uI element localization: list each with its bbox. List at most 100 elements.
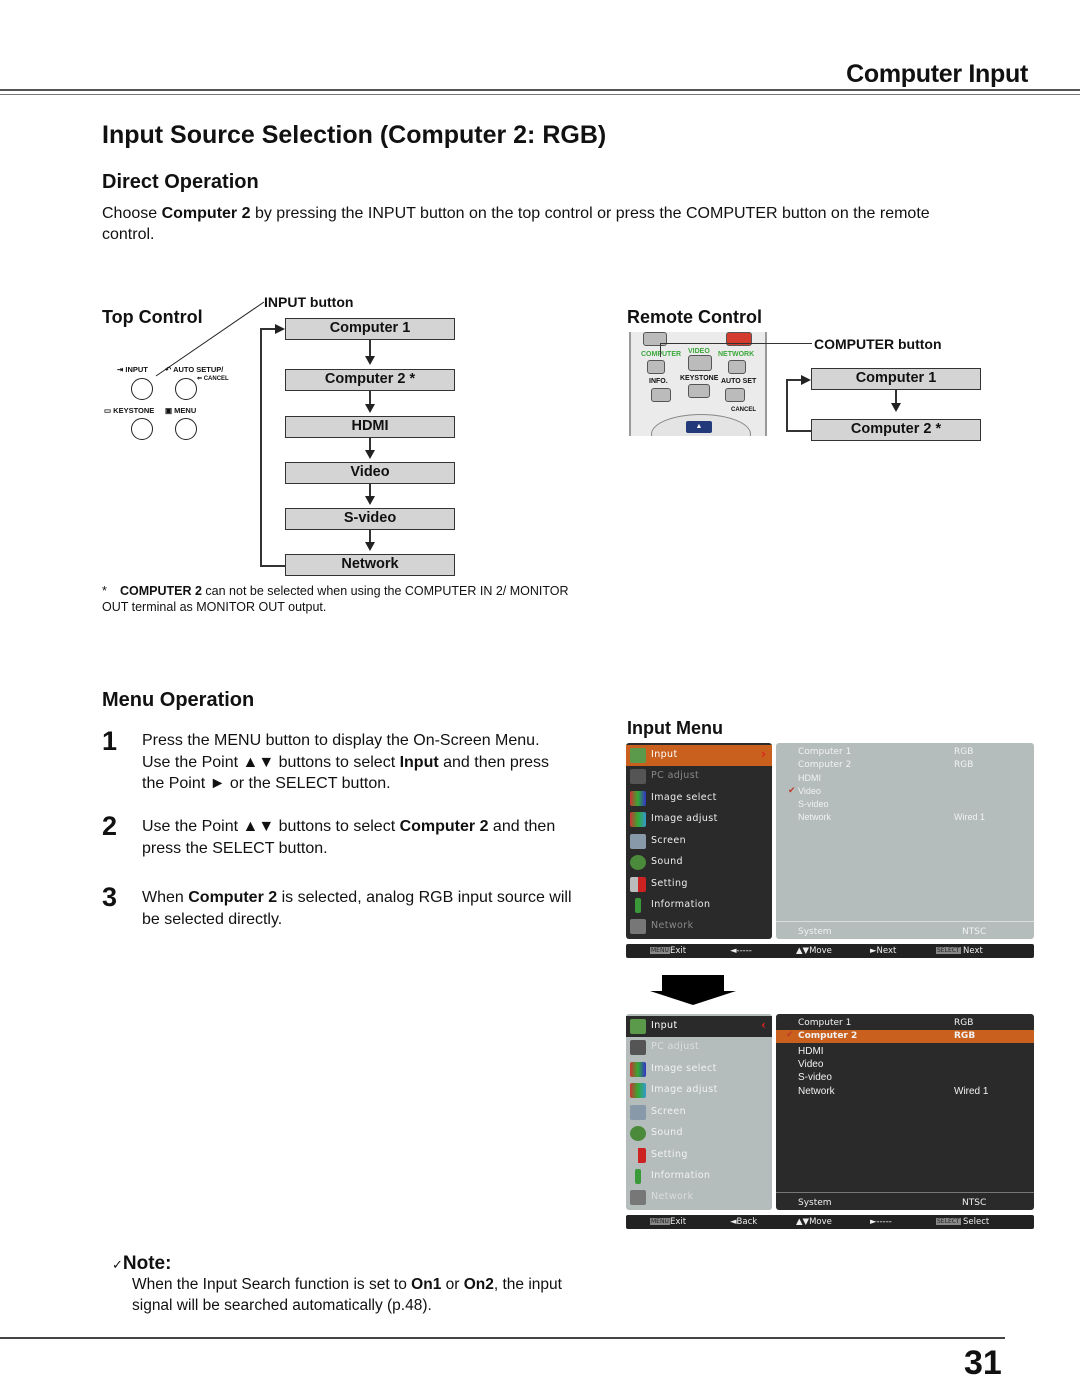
osd-help-bar: MENU Exit ◄----- ▲▼Move ►Next SELECT Nex… <box>626 944 1034 958</box>
flow-video: Video <box>285 462 455 484</box>
network-icon <box>630 1190 646 1205</box>
osd-item-sound[interactable]: Sound <box>626 852 772 873</box>
remote-label-video: VIDEO <box>688 348 710 355</box>
osd-item-screen[interactable]: Screen <box>626 1102 772 1123</box>
osd-row-s-video[interactable]: S-video <box>776 1071 1034 1084</box>
check-icon: ✔ <box>786 1030 794 1040</box>
osd-item-network[interactable]: Network <box>626 1187 772 1208</box>
osd-item-information[interactable]: Information <box>626 1166 772 1187</box>
input-menu-title: Input Menu <box>627 718 723 738</box>
osd-row-system: System NTSC <box>798 1198 987 1208</box>
callout-line <box>660 343 661 357</box>
select-key-icon: SELECT <box>936 947 961 954</box>
loop-line <box>260 328 262 566</box>
osd-row-computer-2[interactable]: Computer 2 RGB <box>776 759 1034 772</box>
osd-input-submenu: Computer 1 RGB ✔ Computer 2 RGB HDMI Video … <box>776 1014 1034 1210</box>
osd-row-hdmi[interactable]: HDMI <box>776 772 1034 785</box>
auto-setup-label: ↶ AUTO SETUP/ <box>165 365 224 374</box>
osd-item-pc-adjust[interactable]: PC adjust <box>626 766 772 787</box>
osd-menu-screen-1: Input › PC adjust Image select Image adju… <box>626 743 1034 959</box>
flow-computer-2: Computer 2 * <box>285 369 455 391</box>
footnote: * COMPUTER 2 can not be selected when usi… <box>102 584 569 614</box>
point-up-button[interactable]: ▲ <box>686 421 712 433</box>
auto-setup-hardware-button[interactable] <box>175 378 197 400</box>
footer-rule <box>0 1337 1005 1339</box>
flow-hdmi: HDMI <box>285 416 455 438</box>
keystone-button[interactable] <box>688 384 710 398</box>
osd-row-computer-2[interactable]: ✔ Computer 2 RGB <box>776 1030 1034 1043</box>
menu-hardware-button[interactable] <box>175 418 197 440</box>
input-icon <box>630 1019 646 1034</box>
video-button[interactable] <box>688 355 712 371</box>
osd-divider <box>776 921 1034 922</box>
osd-row-video[interactable]: ✔ Video <box>776 785 1034 798</box>
flow-connector <box>369 391 371 404</box>
loop-line <box>260 565 285 567</box>
osd-row-s-video[interactable]: S-video <box>776 798 1034 811</box>
osd-item-setting[interactable]: Setting <box>626 1145 772 1166</box>
computer-button[interactable] <box>647 360 665 374</box>
osd-row-computer-1[interactable]: Computer 1 RGB <box>776 746 1034 759</box>
osd-input-submenu: Computer 1 RGB Computer 2 RGB HDMI ✔ Video … <box>776 743 1034 939</box>
osd-item-sound[interactable]: Sound <box>626 1123 772 1144</box>
header-rule-thin <box>0 94 1080 95</box>
step-3-text: When Computer 2 is selected, analog RGB … <box>142 889 572 928</box>
step-number: 3 <box>102 882 118 912</box>
network-button[interactable] <box>728 360 746 374</box>
osd-item-image-adjust[interactable]: Image adjust <box>626 809 772 830</box>
menu-operation-title: Menu Operation <box>102 689 255 711</box>
osd-main-menu: Input ‹ PC adjust Image select Image adju… <box>626 1014 772 1210</box>
osd-item-screen[interactable]: Screen <box>626 831 772 852</box>
arrow-down-icon <box>365 356 375 365</box>
keystone-hardware-button[interactable] <box>131 418 153 440</box>
image-select-icon <box>630 791 646 806</box>
arrow-right-icon <box>801 375 811 385</box>
osd-item-input[interactable]: Input ‹ <box>626 1016 772 1037</box>
osd-row-hdmi[interactable]: HDMI <box>776 1045 1034 1058</box>
osd-item-image-select[interactable]: Image select <box>626 1059 772 1080</box>
screen-icon <box>630 1105 646 1120</box>
flow-network: Network <box>285 554 455 576</box>
help-next: ►----- <box>870 1217 892 1227</box>
remote-control-image: COMPUTER VIDEO NETWORK INFO. KEYSTONE AU… <box>629 332 767 436</box>
remote-label-auto-set: AUTO SET <box>721 378 757 385</box>
auto-set-button[interactable] <box>725 388 745 402</box>
osd-item-image-select[interactable]: Image select <box>626 788 772 809</box>
remote-flow-computer-2: Computer 2 * <box>811 419 981 441</box>
check-icon: ✓ <box>112 1257 123 1272</box>
note-text: When the Input Search function is set to… <box>132 1276 562 1314</box>
osd-item-pc-adjust[interactable]: PC adjust <box>626 1037 772 1058</box>
osd-item-input[interactable]: Input › <box>626 745 772 766</box>
arrow-down-icon <box>365 542 375 551</box>
setting-icon <box>630 1148 646 1163</box>
remote-label-computer: COMPUTER <box>641 351 682 358</box>
help-select: Next <box>963 946 983 956</box>
help-back: ◄Back <box>730 1217 758 1227</box>
menu-key-icon: MENU <box>650 947 670 954</box>
osd-item-network[interactable]: Network <box>626 916 772 937</box>
osd-row-computer-1[interactable]: Computer 1 RGB <box>776 1017 1034 1030</box>
osd-item-image-adjust[interactable]: Image adjust <box>626 1080 772 1101</box>
loop-line <box>786 379 802 381</box>
direct-operation-title: Direct Operation <box>102 171 259 193</box>
osd-item-information[interactable]: Information <box>626 895 772 916</box>
sound-icon <box>630 855 646 870</box>
header-rule <box>0 89 1080 91</box>
info-button[interactable] <box>651 388 671 402</box>
input-hardware-button[interactable] <box>131 378 153 400</box>
input-icon <box>630 748 646 763</box>
osd-help-bar: MENU Exit ◄Back ▲▼Move ►----- SELECT Sel… <box>626 1215 1034 1229</box>
osd-row-video[interactable]: Video <box>776 1058 1034 1071</box>
remote-label-cancel: CANCEL <box>731 407 756 413</box>
step-1-text: Press the MENU button to display the On-… <box>142 732 549 792</box>
flow-connector <box>369 438 371 450</box>
note-title: ✓Note: <box>112 1253 172 1274</box>
direct-operation-intro: Choose Computer 2 by pressing the INPUT … <box>102 203 982 245</box>
osd-row-system: System NTSC <box>798 927 987 937</box>
osd-item-setting[interactable]: Setting <box>626 874 772 895</box>
osd-row-network[interactable]: Network Wired 1 <box>776 811 1034 824</box>
pc-adjust-icon <box>630 1040 646 1055</box>
osd-row-network[interactable]: Network Wired 1 <box>776 1085 1034 1098</box>
step-number: 1 <box>102 726 118 756</box>
sound-icon <box>630 1126 646 1141</box>
